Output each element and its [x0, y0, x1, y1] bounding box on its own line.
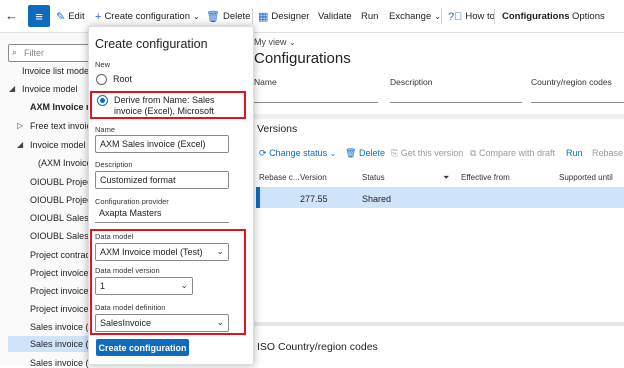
hamburger-icon: ≡	[35, 8, 43, 24]
view-selector[interactable]: My view ⌄	[254, 37, 296, 47]
rebase-button[interactable]: Rebase	[592, 148, 623, 158]
refresh-icon: ⟳	[259, 148, 267, 158]
create-configuration-dialog: Create configuration New Root Derive fro…	[88, 26, 254, 365]
grid-header-status[interactable]: Status	[362, 173, 385, 182]
chevron-down-icon: ⌄	[193, 12, 200, 21]
country-field-line[interactable]	[531, 102, 624, 103]
page-title: Configurations	[254, 50, 351, 67]
tree-item[interactable]: OIOUBL Project	[30, 195, 90, 205]
designer-icon: ▦	[258, 11, 269, 23]
plus-icon: +	[95, 10, 102, 23]
collapse-arrow-icon[interactable]: ◢	[9, 84, 15, 93]
derive-label: Derive from Name: Sales invoice (Excel),…	[114, 95, 215, 116]
data-model-definition-select[interactable]: SalesInvoice ⌄	[95, 314, 229, 332]
help-icon: ?⃝	[448, 10, 463, 23]
column-header-description: Description	[390, 77, 433, 87]
designer-button[interactable]: ▦ Designer	[258, 0, 309, 33]
expand-arrow-icon[interactable]: ▷	[17, 121, 23, 130]
chevron-down-icon: ⌄	[289, 38, 296, 47]
versions-section-title[interactable]: Versions	[257, 123, 297, 135]
tree-item[interactable]: Free text invoic	[30, 121, 90, 131]
versions-run-button[interactable]: Run	[566, 148, 583, 158]
description-label: Description	[95, 160, 133, 169]
grid-header-rebase[interactable]: Rebase c...	[259, 173, 299, 182]
row-selection-indicator	[256, 187, 260, 208]
tree-item[interactable]: Sales invoice (T	[30, 358, 90, 368]
compare-with-draft-button[interactable]: ⧉ Compare with draft	[470, 148, 555, 159]
version-cell: 277.55	[300, 194, 328, 204]
pencil-icon: ✎	[56, 11, 66, 23]
tree-item[interactable]: Project invoice	[30, 268, 90, 278]
description-field[interactable]: Customized format	[95, 171, 229, 189]
get-version-icon: ⎘	[391, 148, 399, 158]
tree-item[interactable]: Project contract	[30, 250, 90, 260]
dialog-title: Create configuration	[95, 37, 208, 51]
compare-icon: ⧉	[470, 148, 477, 158]
data-model-select[interactable]: AXM Invoice model (Test) ⌄	[95, 243, 229, 261]
hamburger-menu-button[interactable]: ≡	[28, 5, 50, 27]
validate-button[interactable]: Validate	[318, 0, 352, 33]
run-button[interactable]: Run	[361, 0, 378, 33]
chevron-down-icon: ⌄	[180, 280, 188, 290]
tree-item[interactable]: OIOUBL Sales c	[30, 213, 90, 223]
tree-item[interactable]: Invoice model	[22, 84, 90, 94]
root-label: Root	[113, 74, 133, 84]
derive-radio[interactable]	[97, 95, 108, 106]
chevron-down-icon: ⌄	[434, 12, 441, 21]
chevron-down-icon: ⌄	[216, 246, 224, 256]
get-this-version-button[interactable]: ⎘ Get this version	[391, 148, 463, 159]
description-field-line[interactable]	[390, 102, 522, 103]
options-tab[interactable]: Options	[572, 0, 605, 33]
tree-item[interactable]: Project invoice	[30, 304, 90, 314]
data-model-version-select[interactable]: 1 ⌄	[95, 277, 193, 295]
tree-item[interactable]: (AXM Invoice	[38, 158, 90, 168]
chevron-down-icon: ⌄	[329, 149, 337, 158]
how-to-button[interactable]: ?⃝ How to	[448, 0, 495, 33]
edit-button[interactable]: ✎ Edit	[56, 0, 85, 33]
create-configuration-button[interactable]: Create configuration	[96, 339, 189, 356]
configurations-tab[interactable]: Configurations	[502, 0, 570, 33]
chevron-down-icon: ⌄	[216, 317, 224, 327]
exchange-button[interactable]: Exchange ⌄	[389, 0, 441, 33]
collapse-arrow-icon[interactable]: ◢	[17, 140, 23, 149]
grid-header-effective-from[interactable]: Effective from	[461, 173, 510, 182]
tree-item[interactable]: Sales invoice (E	[30, 322, 90, 332]
column-header-country-region: Country/region codes	[531, 77, 612, 87]
section-separator	[254, 114, 624, 119]
filter-input[interactable]: ⌕ Filter	[8, 44, 92, 62]
name-label: Name	[95, 125, 116, 134]
status-cell: Shared	[362, 194, 392, 204]
tree-item[interactable]: Invoice model r	[30, 140, 90, 150]
toolbar-separator	[252, 9, 253, 24]
root-radio[interactable]	[96, 74, 107, 85]
provider-field[interactable]: Axapta Masters	[95, 205, 229, 223]
trash-icon: 🗑	[206, 11, 220, 23]
trash-icon: 🗑	[345, 148, 357, 158]
tree-item[interactable]: OIOUBL Sales i	[30, 231, 90, 241]
tree-item[interactable]: Project invoice	[30, 286, 90, 296]
iso-codes-section-title[interactable]: ISO Country/region codes	[257, 341, 378, 353]
tree-item[interactable]: OIOUBL Project	[30, 177, 90, 187]
new-label: New	[95, 60, 111, 69]
grid-header-supported-until[interactable]: Supported until	[559, 173, 613, 182]
search-icon: ⌕	[12, 47, 18, 57]
versions-delete-button[interactable]: 🗑 Delete	[345, 148, 385, 159]
filter-funnel-icon[interactable]: ⏷	[443, 173, 449, 183]
section-divider	[254, 322, 624, 326]
name-field-line[interactable]	[254, 102, 378, 103]
data-model-label: Data model	[95, 232, 134, 241]
data-model-version-label: Data model version	[95, 266, 160, 275]
tree-item[interactable]: AXM Invoice m	[30, 102, 90, 112]
back-arrow-icon[interactable]: ←	[5, 8, 18, 23]
grid-header-version[interactable]: Version	[300, 173, 327, 182]
name-field[interactable]: AXM Sales invoice (Excel)	[95, 135, 229, 153]
column-header-name: Name	[254, 77, 277, 87]
toolbar-separator	[494, 9, 495, 24]
tree-item[interactable]: Invoice list mode	[22, 66, 90, 76]
toolbar-separator	[441, 9, 442, 24]
data-model-definition-label: Data model definition	[95, 303, 166, 312]
change-status-button[interactable]: ⟳ Change status ⌄	[259, 148, 336, 159]
tree-item-selected[interactable]: Sales invoice (E	[8, 336, 90, 352]
